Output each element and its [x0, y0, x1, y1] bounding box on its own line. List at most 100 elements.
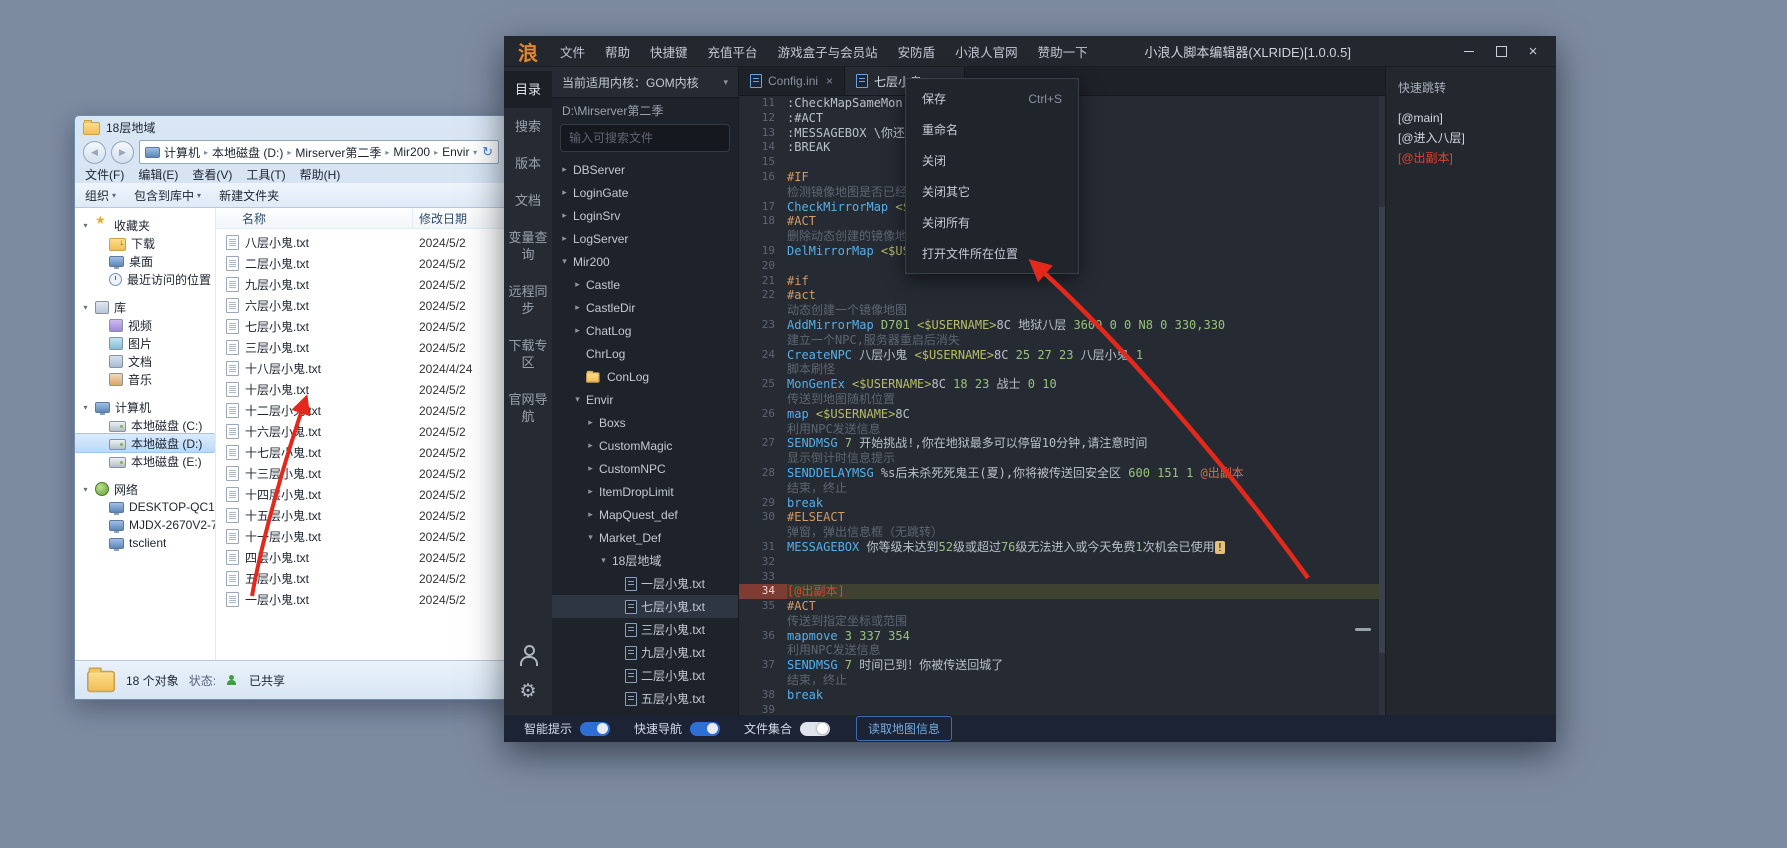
- context-menu-item[interactable]: 关闭: [906, 145, 1078, 176]
- close-button[interactable]: ×: [1520, 38, 1546, 64]
- tree-chevron-icon[interactable]: ▸: [560, 210, 569, 221]
- code-line[interactable]: 30 #ELSEACT: [739, 510, 1385, 525]
- code-line[interactable]: 36 mapmove 3 337 354: [739, 629, 1385, 644]
- kernel-selector[interactable]: 当前适用内核：GOM内核 ▾: [552, 67, 738, 98]
- tree-chevron-icon[interactable]: ▸: [586, 417, 595, 428]
- code-line[interactable]: 利用NPC发送信息: [739, 643, 1385, 658]
- file-row[interactable]: 十四层小鬼.txt 2024/5/2: [216, 484, 507, 505]
- code-line[interactable]: 33: [739, 570, 1385, 585]
- tree-chevron-icon[interactable]: ▾: [586, 532, 595, 543]
- code-line[interactable]: 27 SENDMSG 7 开始挑战!,你在地狱最多可以停留10分钟,请注意时间: [739, 436, 1385, 451]
- file-row[interactable]: 一层小鬼.txt 2024/5/2: [216, 589, 507, 610]
- explorer-sidebar-item[interactable]: 桌面: [75, 252, 215, 270]
- toolbar-button[interactable]: 组织 ▾: [85, 187, 116, 204]
- menu-item[interactable]: 充值平台: [708, 42, 758, 61]
- code-line[interactable]: 24 CreateNPC 八层小鬼 <$USERNAME>8C 25 27 23…: [739, 348, 1385, 363]
- explorer-menu-item[interactable]: 工具(T): [246, 166, 285, 183]
- tree-chevron-icon[interactable]: ▸: [573, 325, 582, 336]
- code-line[interactable]: 脚本刷怪: [739, 362, 1385, 377]
- code-line[interactable]: 建立一个NPC,服务器重启后消失: [739, 333, 1385, 348]
- code-line[interactable]: 结束，终止: [739, 673, 1385, 688]
- code-line[interactable]: 利用NPC发送信息: [739, 422, 1385, 437]
- tree-item[interactable]: ▸ DBServer: [552, 158, 738, 181]
- tree-item[interactable]: ▾ Mir200: [552, 250, 738, 273]
- explorer-sidebar-item[interactable]: ▾ 计算机: [75, 398, 215, 416]
- explorer-sidebar-item[interactable]: 下载: [75, 234, 215, 252]
- code-line[interactable]: 28 SENDDELAYMSG %s后未杀死死鬼王(夏),你将被传送回安全区 6…: [739, 466, 1385, 481]
- tree-chevron-icon[interactable]: ▾: [573, 394, 582, 405]
- file-row[interactable]: 十三层小鬼.txt 2024/5/2: [216, 463, 507, 484]
- scrollbar-thumb[interactable]: [1379, 207, 1385, 654]
- explorer-sidebar-item[interactable]: 图片: [75, 334, 215, 352]
- activity-item[interactable]: 下载专区: [504, 327, 552, 381]
- tree-item[interactable]: ▸ Boxs: [552, 411, 738, 434]
- code-line[interactable]: 32: [739, 555, 1385, 570]
- explorer-sidebar-item[interactable]: 本地磁盘 (E:): [75, 452, 215, 470]
- file-row[interactable]: 十五层小鬼.txt 2024/5/2: [216, 505, 507, 526]
- tree-item[interactable]: 九层小鬼.txt: [552, 641, 738, 664]
- explorer-sidebar-item[interactable]: 文档: [75, 352, 215, 370]
- explorer-sidebar-item[interactable]: 本地磁盘 (D:): [75, 433, 215, 453]
- context-menu-item[interactable]: 关闭所有: [906, 207, 1078, 238]
- file-row[interactable]: 三层小鬼.txt 2024/5/2: [216, 337, 507, 358]
- refresh-icon[interactable]: ↻: [482, 144, 493, 160]
- tree-item[interactable]: ▸ CustomMagic: [552, 434, 738, 457]
- jump-item[interactable]: [@进入八层]: [1386, 128, 1556, 148]
- code-line[interactable]: 35 #ACT: [739, 599, 1385, 614]
- code-line[interactable]: 25 MonGenEx <$USERNAME>8C 18 23 战士 0 10: [739, 377, 1385, 392]
- activity-item[interactable]: 远程同步: [504, 273, 552, 327]
- tree-item[interactable]: ▸ CustomNPC: [552, 457, 738, 480]
- file-row[interactable]: 七层小鬼.txt 2024/5/2: [216, 316, 507, 337]
- tree-item[interactable]: 一层小鬼.txt: [552, 572, 738, 595]
- code-line[interactable]: 34 [@出副本]: [739, 584, 1385, 600]
- tree-item[interactable]: 七层小鬼.txt: [552, 595, 738, 618]
- context-menu-item[interactable]: 关闭其它: [906, 176, 1078, 207]
- editor-titlebar[interactable]: 浪 文件 帮助 快捷键 充值平台 游戏盒子与会员站 安防盾 小浪人官网 赞助一下 小浪人脚本编…: [504, 36, 1556, 67]
- tree-chevron-icon[interactable]: ▸: [586, 486, 595, 497]
- tree-chevron-icon[interactable]: ▸: [573, 302, 582, 313]
- file-row[interactable]: 十六层小鬼.txt 2024/5/2: [216, 421, 507, 442]
- code-line[interactable]: 传送到指定坐标或范围: [739, 614, 1385, 629]
- tree-chevron-icon[interactable]: ▸: [586, 509, 595, 520]
- code-line[interactable]: 38 break: [739, 688, 1385, 703]
- tree-chevron-icon[interactable]: ▸: [573, 279, 582, 290]
- explorer-sidebar-item[interactable]: ▾ 库: [75, 298, 215, 316]
- expander-icon[interactable]: ▾: [81, 221, 90, 230]
- code-line[interactable]: 动态创建一个镜像地图: [739, 303, 1385, 318]
- explorer-sidebar-item[interactable]: DESKTOP-QC1VPVF: [75, 498, 215, 516]
- jump-item[interactable]: [@main]: [1386, 108, 1556, 128]
- tree-item[interactable]: ▸ LoginSrv: [552, 204, 738, 227]
- settings-gear-icon[interactable]: ⚙: [519, 682, 536, 701]
- expander-icon[interactable]: ▾: [81, 403, 90, 412]
- toggle-switch[interactable]: [580, 721, 611, 736]
- explorer-sidebar-item[interactable]: 本地磁盘 (C:): [75, 416, 215, 434]
- toggle-switch[interactable]: [800, 721, 831, 736]
- tree-item[interactable]: ▾ Envir: [552, 388, 738, 411]
- activity-item[interactable]: 文档: [504, 182, 552, 219]
- explorer-menu-item[interactable]: 文件(F): [85, 166, 124, 183]
- context-menu-item[interactable]: 保存 Ctrl+S: [906, 83, 1078, 114]
- tree-item[interactable]: ▸ CastleDir: [552, 296, 738, 319]
- toggle-setting[interactable]: 文件集合: [744, 720, 831, 737]
- explorer-sidebar-item[interactable]: MJDX-2670V2-77-: [75, 516, 215, 534]
- file-row[interactable]: 十七层小鬼.txt 2024/5/2: [216, 442, 507, 463]
- file-row[interactable]: 十八层小鬼.txt 2024/4/24: [216, 358, 507, 379]
- editor-tab[interactable]: Config.ini ×: [739, 67, 846, 95]
- file-row[interactable]: 十层小鬼.txt 2024/5/2: [216, 379, 507, 400]
- breadcrumb-item[interactable]: 计算机 ▸: [164, 144, 212, 161]
- explorer-menu-item[interactable]: 帮助(H): [300, 166, 341, 183]
- activity-item[interactable]: 版本: [504, 145, 552, 182]
- tree-item[interactable]: ▸ LoginGate: [552, 181, 738, 204]
- code-line[interactable]: 显示倒计时信息提示: [739, 451, 1385, 466]
- file-row[interactable]: 四层小鬼.txt 2024/5/2: [216, 547, 507, 568]
- tree-item[interactable]: ▸ LogServer: [552, 227, 738, 250]
- tree-chevron-icon[interactable]: ▸: [560, 233, 569, 244]
- explorer-sidebar-item[interactable]: ▾ 收藏夹: [75, 216, 215, 234]
- tree-item[interactable]: ▸ Castle: [552, 273, 738, 296]
- file-row[interactable]: 六层小鬼.txt 2024/5/2: [216, 295, 507, 316]
- menu-item[interactable]: 游戏盒子与会员站: [778, 42, 878, 61]
- code-line[interactable]: 结束，终止: [739, 481, 1385, 496]
- toolbar-button[interactable]: 包含到库中 ▾: [134, 187, 201, 204]
- tree-item[interactable]: ▾ 18层地域: [552, 549, 738, 572]
- code-line[interactable]: 37 SENDMSG 7 时间已到！你被传送回城了: [739, 658, 1385, 673]
